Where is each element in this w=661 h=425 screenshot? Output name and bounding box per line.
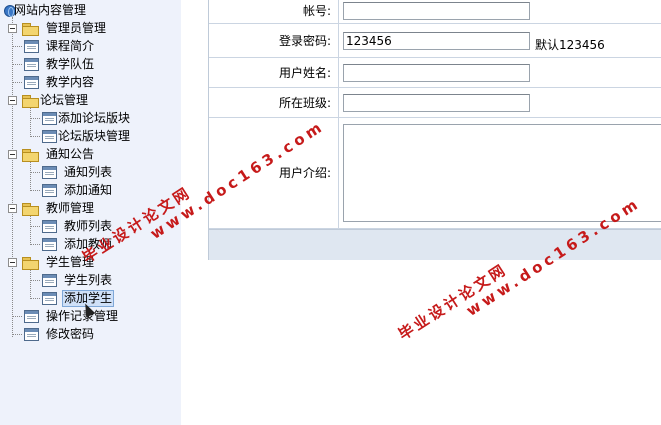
tree-item-add-forum-board[interactable]: 添加论坛版块 <box>0 110 170 127</box>
page-icon <box>24 310 39 323</box>
collapse-toggle-icon[interactable] <box>8 258 17 267</box>
tree-item-label: 添加论坛版块 <box>58 111 131 125</box>
tree-item-teaching-team[interactable]: 教学队伍 <box>0 56 170 73</box>
tree-item-label: 添加通知 <box>64 183 113 197</box>
page-icon <box>42 166 57 179</box>
page-icon <box>24 58 39 71</box>
tree-item-notice[interactable]: 通知公告 <box>0 146 170 163</box>
tree-item-label: 管理员管理 <box>46 21 107 35</box>
tree-item-change-password[interactable]: 修改密码 <box>0 326 170 343</box>
page-icon <box>24 328 39 341</box>
password-row: 登录密码: 默认123456 <box>209 24 661 58</box>
page-icon <box>42 184 57 197</box>
tree-item-teaching-content[interactable]: 教学内容 <box>0 74 170 91</box>
page-icon <box>42 292 57 305</box>
folder-open-icon <box>22 203 39 216</box>
tree-item-course-intro[interactable]: 课程简介 <box>0 38 170 55</box>
tree-item-student-list[interactable]: 学生列表 <box>0 272 170 289</box>
password-hint: 默认123456 <box>535 38 605 52</box>
collapse-toggle-icon[interactable] <box>8 204 17 213</box>
tree-item-admin[interactable]: 管理员管理 <box>0 20 170 37</box>
class-input[interactable] <box>343 94 530 112</box>
tree-item-forum[interactable]: 论坛管理 <box>0 92 170 109</box>
page-icon <box>42 112 57 125</box>
tree-root[interactable]: 网站内容管理 <box>2 2 172 19</box>
tree-item-forum-board-manage[interactable]: 论坛版块管理 <box>0 128 170 145</box>
account-label: 帐号: <box>209 0 339 23</box>
page-icon <box>24 76 39 89</box>
page-icon <box>42 220 57 233</box>
tree-item-label: 教师管理 <box>46 201 95 215</box>
tree-item-label: 论坛版块管理 <box>58 129 131 143</box>
page-icon <box>42 274 57 287</box>
class-row: 所在班级: <box>209 88 661 118</box>
account-row: 帐号: <box>209 0 661 24</box>
folder-open-icon <box>22 257 39 270</box>
collapse-toggle-icon[interactable] <box>8 150 17 159</box>
tree-item-label: 课程简介 <box>46 39 95 53</box>
name-row: 用户姓名: <box>209 58 661 88</box>
tree-item-notice-list[interactable]: 通知列表 <box>0 164 170 181</box>
name-input[interactable] <box>343 64 530 82</box>
folder-open-icon <box>22 95 39 108</box>
name-label: 用户姓名: <box>209 58 339 87</box>
tree-item-label: 教学内容 <box>46 75 95 89</box>
folder-icon <box>22 23 39 36</box>
folder-open-icon <box>22 149 39 162</box>
tree-item-label: 教学队伍 <box>46 57 95 71</box>
tree-item-label: 修改密码 <box>46 327 95 341</box>
tree-item-label: 通知列表 <box>64 165 113 179</box>
tree-item-label: 通知公告 <box>46 147 95 161</box>
tree-root-label: 网站内容管理 <box>14 3 87 17</box>
tree-item-label: 论坛管理 <box>40 93 89 107</box>
collapse-toggle-icon[interactable] <box>8 96 17 105</box>
class-label: 所在班级: <box>209 88 339 117</box>
expand-toggle-icon[interactable] <box>8 24 17 33</box>
page-icon <box>42 238 57 251</box>
tree-item-add-notice[interactable]: 添加通知 <box>0 182 170 199</box>
password-input[interactable] <box>343 32 530 50</box>
page-icon <box>24 40 39 53</box>
password-label: 登录密码: <box>209 24 339 57</box>
account-input[interactable] <box>343 2 530 20</box>
page-icon <box>42 130 57 143</box>
